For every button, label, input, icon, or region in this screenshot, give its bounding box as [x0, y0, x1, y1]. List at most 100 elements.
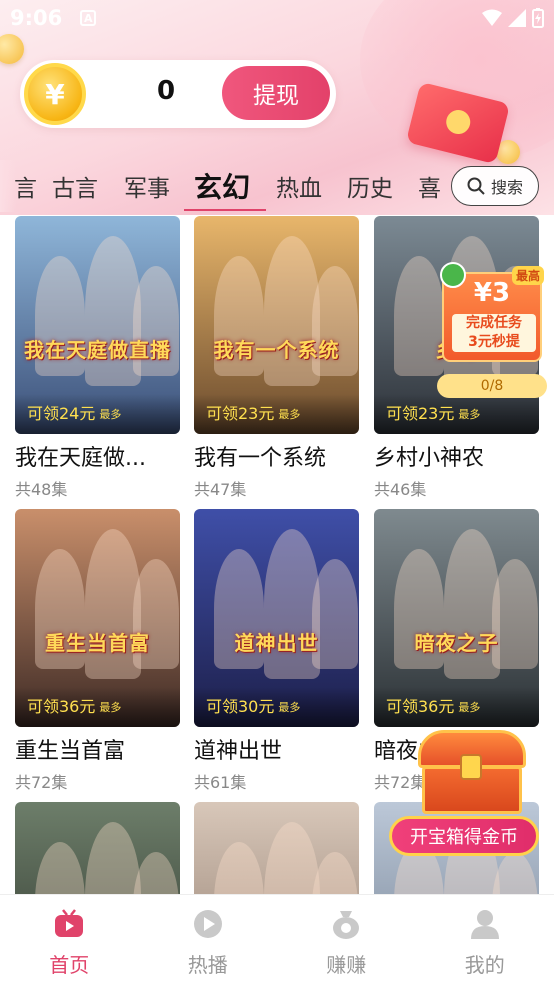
reward-amount: 可领23元	[206, 404, 275, 423]
reward-label: 可领24元 最多	[15, 394, 180, 434]
treasure-chest-icon[interactable]	[412, 730, 532, 820]
wifi-icon	[482, 9, 502, 26]
task-progress-bar: 0/8	[437, 374, 547, 398]
poster-figure	[133, 852, 179, 895]
episode-count: 共47集	[194, 480, 247, 499]
drama-title[interactable]: 我有一个系统	[194, 440, 359, 472]
drama-poster[interactable]: 神医	[15, 802, 180, 895]
nav-hot[interactable]: 热播	[139, 895, 278, 984]
reward-label: 可领36元 最多	[374, 687, 539, 727]
episode-count: 共61集	[194, 773, 247, 792]
search-label: 搜索	[490, 178, 523, 197]
search-icon	[467, 177, 485, 195]
drama-card[interactable]: 重生当首富 可领36元 最多 重生当首富 共72集	[15, 509, 180, 793]
nav-home[interactable]: 首页	[0, 895, 139, 984]
task-progress-label: 0/8	[480, 378, 504, 394]
status-time: 9:06	[10, 6, 63, 30]
poster-figure	[492, 852, 538, 895]
reward-amount: 可领24元	[27, 404, 96, 423]
withdraw-button[interactable]: 提现	[222, 66, 330, 120]
drama-title[interactable]: 重生当首富	[15, 733, 180, 765]
nav-profile[interactable]: 我的	[416, 895, 554, 984]
coin-icon: ¥	[24, 63, 86, 125]
tab-junshi[interactable]: 军事	[124, 160, 170, 212]
poster-title-art: 道神出世	[234, 631, 319, 655]
status-bar: 9:06 A	[0, 0, 554, 36]
episode-count: 共48集	[15, 480, 68, 499]
drama-card[interactable]: 道神出世 可领30元 最多 道神出世 共61集	[194, 509, 359, 793]
episode-count: 共72集	[15, 773, 68, 792]
tab-partial-left[interactable]: 言	[14, 160, 37, 212]
nav-earn[interactable]: 赚赚	[277, 895, 416, 984]
reward-label: 可领36元 最多	[15, 687, 180, 727]
reward-label: 可领23元 最多	[194, 394, 359, 434]
reward-suffix: 最多	[278, 408, 301, 421]
clock-icon	[440, 262, 466, 288]
bottom-nav: 首页 热播 赚赚 我的	[0, 894, 554, 984]
drama-title[interactable]: 乡村小神农	[374, 440, 539, 472]
poster-figure	[35, 842, 85, 895]
drama-card[interactable]: 神医	[15, 802, 180, 895]
task-line-2: 3元秒提	[468, 334, 520, 350]
poster-figure	[264, 822, 320, 895]
poster-figure	[214, 842, 264, 895]
drama-card[interactable]: 我在天庭做直播可领24元 最多我在天庭做... 共48集	[15, 216, 180, 500]
drama-card[interactable]: 我有一个系统 可领23元 最多 我有一个系统 共47集	[194, 216, 359, 500]
drama-poster[interactable]: 我在天庭做直播可领24元 最多	[15, 216, 180, 434]
tab-rexue[interactable]: 热血	[276, 160, 322, 212]
tv-home-icon	[55, 909, 84, 937]
coin-decoration	[0, 34, 24, 64]
drama-poster[interactable]: 我有一个系统可领23元 最多	[194, 216, 359, 434]
money-bag-icon	[333, 911, 360, 939]
reward-suffix: 最多	[458, 701, 481, 714]
tab-guyan[interactable]: 古言	[52, 160, 98, 212]
drama-poster[interactable]: 重生当首富可领36元 最多	[15, 509, 180, 727]
task-max-label: 最高	[511, 266, 544, 285]
reward-suffix: 最多	[458, 408, 481, 421]
tab-xuanhuan[interactable]: 玄幻	[194, 160, 250, 212]
drama-title[interactable]: 道神出世	[194, 733, 359, 765]
profile-icon	[470, 910, 499, 939]
drama-card[interactable]	[194, 802, 359, 895]
nav-earn-label: 赚赚	[326, 953, 367, 977]
tab-lishi[interactable]: 历史	[347, 160, 393, 212]
active-tab-indicator	[184, 209, 266, 211]
poster-figure	[85, 822, 141, 895]
poster-artwork	[15, 802, 180, 895]
poster-artwork	[194, 802, 359, 895]
drama-poster[interactable]: 道神出世可领30元 最多	[194, 509, 359, 727]
reward-suffix: 最多	[99, 701, 122, 714]
notification-icon: A	[80, 10, 97, 26]
task-badge[interactable]: ¥3 最高 完成任务 3元秒提	[438, 262, 546, 362]
play-icon	[193, 910, 222, 938]
search-button[interactable]: 搜索	[451, 166, 539, 206]
reward-suffix: 最多	[99, 408, 122, 421]
reward-label: 可领23元 最多	[374, 394, 539, 434]
nav-profile-label: 我的	[464, 953, 505, 977]
poster-title-art: 我在天庭做直播	[24, 338, 171, 362]
reward-amount: 可领36元	[27, 697, 96, 716]
task-line-1: 完成任务	[466, 315, 522, 331]
nav-hot-label: 热播	[187, 953, 228, 977]
poster-title-art: 暗夜之子	[414, 631, 499, 655]
poster-figure	[312, 852, 358, 895]
episode-count: 共46集	[374, 480, 427, 499]
battery-icon	[532, 8, 544, 28]
task-text: 完成任务 3元秒提	[452, 314, 536, 352]
wallet-card: ¥ 0 提现	[20, 60, 336, 128]
poster-title-art: 重生当首富	[45, 631, 150, 655]
reward-amount: 可领36元	[386, 697, 455, 716]
coin-count: 0	[156, 76, 176, 106]
reward-label: 可领30元 最多	[194, 687, 359, 727]
drama-poster[interactable]	[194, 802, 359, 895]
open-chest-button[interactable]: 开宝箱得金币	[389, 816, 539, 856]
nav-home-label: 首页	[49, 953, 90, 977]
poster-title-art: 我有一个系统	[213, 338, 340, 362]
tab-fade	[0, 160, 16, 212]
reward-amount: 可领23元	[386, 404, 455, 423]
reward-suffix: 最多	[278, 701, 301, 714]
tab-partial-right[interactable]: 喜	[418, 160, 441, 212]
drama-poster[interactable]: 暗夜之子可领36元 最多	[374, 509, 539, 727]
drama-title[interactable]: 我在天庭做...	[15, 440, 180, 472]
reward-amount: 可领30元	[206, 697, 275, 716]
